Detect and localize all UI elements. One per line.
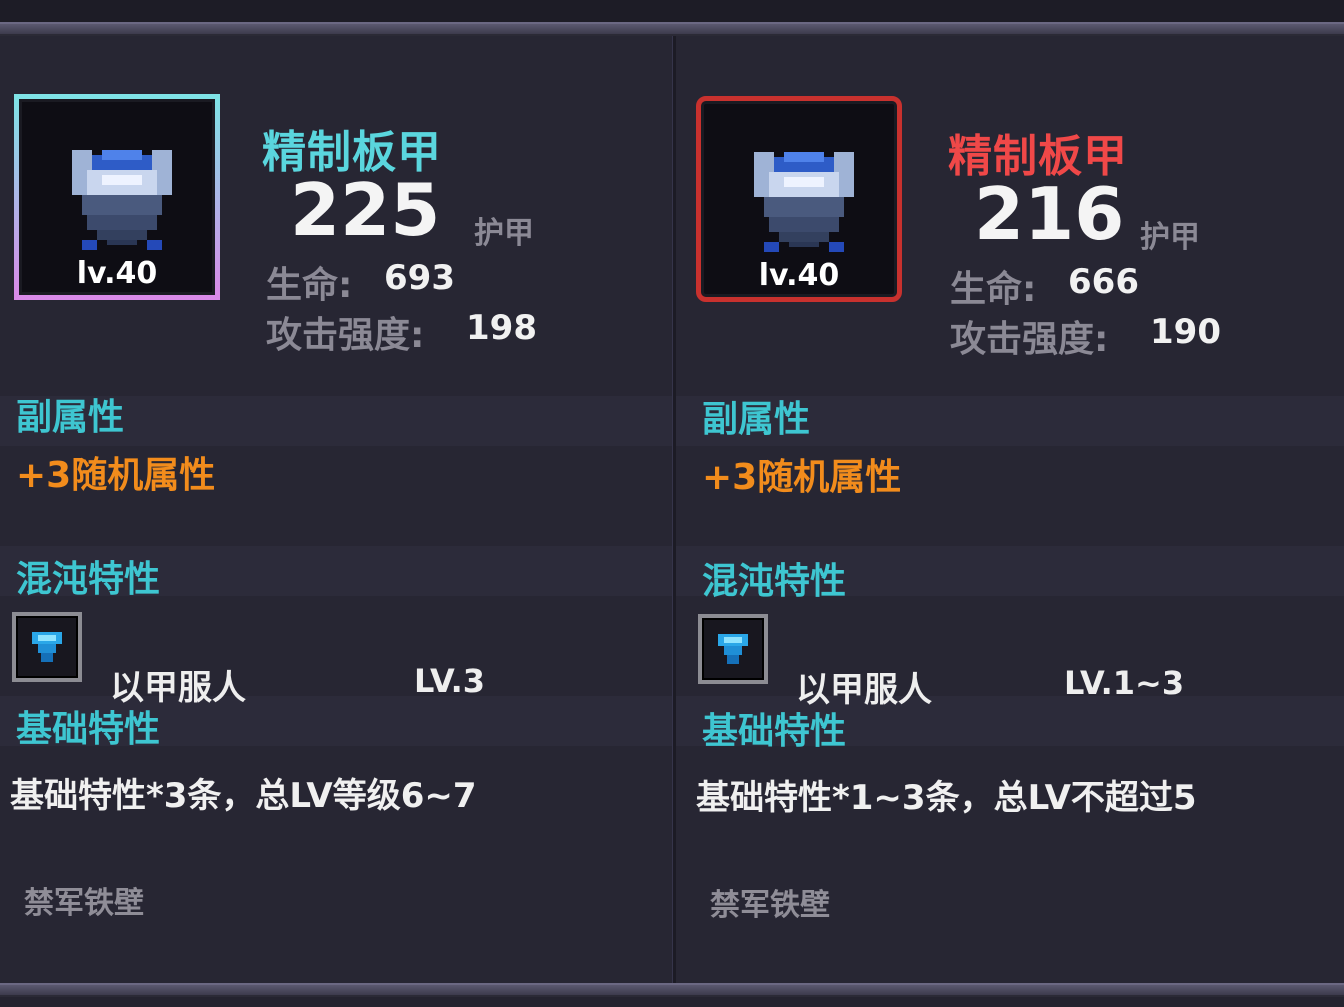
secondary-title: 副属性 <box>702 399 811 440</box>
secondary-value: +3随机属性 <box>702 457 902 498</box>
secondary-value: +3随机属性 <box>16 455 216 496</box>
armor-label: 护甲 <box>474 216 534 251</box>
stat-value-attack: 198 <box>466 308 537 348</box>
blue-gem-icon <box>32 632 62 662</box>
armor-value: 225 <box>290 168 441 252</box>
stat-value-hp: 693 <box>384 258 455 298</box>
chaos-title: 混沌特性 <box>16 559 161 600</box>
item-level: lv.40 <box>758 258 840 293</box>
stat-value-attack: 190 <box>1150 312 1221 352</box>
base-title: 基础特性 <box>702 711 847 752</box>
top-strip <box>0 0 1344 22</box>
item-icon-slot[interactable]: lv.40 <box>14 94 220 300</box>
base-desc: 基础特性*3条，总LV等级6~7 <box>10 776 477 816</box>
base-desc: 基础特性*1~3条，总LV不超过5 <box>696 778 1197 818</box>
top-frame-bar <box>0 22 1344 36</box>
chaos-trait-slot[interactable] <box>12 612 82 682</box>
bottom-frame-bar <box>0 983 1344 997</box>
set-name: 禁军铁壁 <box>710 888 830 923</box>
armor-value: 216 <box>974 172 1125 256</box>
plate-armor-icon <box>754 152 854 252</box>
item-icon-slot[interactable]: lv.40 <box>696 96 902 302</box>
base-title: 基础特性 <box>16 709 161 750</box>
item-level: lv.40 <box>76 256 158 291</box>
stat-value-hp: 666 <box>1068 262 1139 302</box>
chaos-trait-slot[interactable] <box>698 614 768 684</box>
item-card-left: lv.40 精制板甲 225 护甲 生命: 693 攻击强度: 198 副属性 … <box>0 36 672 983</box>
stat-label-attack: 攻击强度: <box>950 319 1109 360</box>
stat-label-attack: 攻击强度: <box>266 315 425 356</box>
armor-label: 护甲 <box>1140 220 1200 255</box>
stat-label-hp: 生命: <box>950 269 1037 310</box>
set-name: 禁军铁壁 <box>24 886 144 921</box>
blue-gem-icon <box>718 634 748 664</box>
chaos-trait-level: LV.1~3 <box>1064 664 1185 702</box>
secondary-title: 副属性 <box>16 397 125 438</box>
plate-armor-icon <box>72 150 172 250</box>
item-card-right: lv.40 精制板甲 216 护甲 生命: 666 攻击强度: 190 副属性 … <box>676 36 1344 983</box>
stat-label-hp: 生命: <box>266 265 353 306</box>
chaos-title: 混沌特性 <box>702 561 847 602</box>
chaos-trait-level: LV.3 <box>414 662 486 700</box>
